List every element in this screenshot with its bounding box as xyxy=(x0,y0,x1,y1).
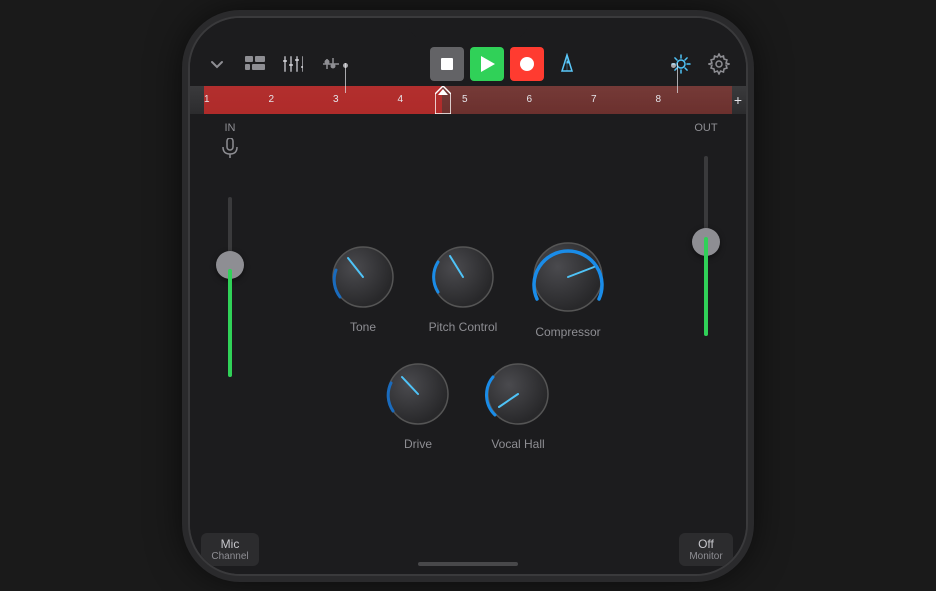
ruler-mark-8: 8 xyxy=(656,94,662,105)
effects-area: Tone xyxy=(270,114,666,574)
metronome-button[interactable] xyxy=(552,49,582,79)
monitor-button[interactable]: Off Monitor xyxy=(679,533,732,566)
in-label: IN xyxy=(225,122,236,134)
left-panel: IN Mic Channel xyxy=(190,114,270,574)
ruler-mark-1: 1 xyxy=(204,94,210,105)
pitch-control-knob-container: Pitch Control xyxy=(428,242,498,334)
right-fader-fill xyxy=(704,237,708,336)
out-label: OUT xyxy=(694,122,717,134)
left-callout-dot xyxy=(343,63,348,68)
mic-icon xyxy=(221,138,239,163)
vocal-hall-knob-container: Vocal Hall xyxy=(483,359,553,451)
mic-channel-button[interactable]: Mic Channel xyxy=(201,533,258,566)
right-callout-line xyxy=(677,63,678,93)
right-panel: OUT Off Monitor xyxy=(666,114,746,574)
record-button[interactable] xyxy=(510,47,544,81)
vocal-hall-knob[interactable] xyxy=(483,359,553,429)
ruler-mark-6: 6 xyxy=(527,94,533,105)
drive-label: Drive xyxy=(404,437,432,451)
pitch-control-label: Pitch Control xyxy=(429,320,498,334)
left-fader-track[interactable] xyxy=(228,197,232,377)
home-indicator xyxy=(418,562,518,566)
settings-button[interactable] xyxy=(704,49,734,79)
ruler-mark-3: 3 xyxy=(333,94,339,105)
screen: 1 2 3 4 5 6 7 8 + IN xyxy=(190,18,746,574)
compressor-knob-container: Compressor xyxy=(528,237,608,339)
vocal-hall-knob-svg xyxy=(483,359,553,429)
left-fader-fill xyxy=(228,269,232,377)
monitor-label: Monitor xyxy=(689,551,722,562)
timeline-ruler[interactable]: 1 2 3 4 5 6 7 8 + xyxy=(190,86,746,114)
phone-frame: 1 2 3 4 5 6 7 8 + IN xyxy=(188,16,748,576)
record-icon xyxy=(520,57,534,71)
notch xyxy=(408,18,528,40)
equalizer-button[interactable] xyxy=(316,49,346,79)
pitch-control-knob[interactable] xyxy=(428,242,498,312)
knobs-row-1: Tone xyxy=(328,237,608,339)
main-content: IN Mic Channel xyxy=(190,114,746,574)
ruler-marks: 1 2 3 4 5 6 7 8 xyxy=(204,86,720,114)
ruler-mark-4: 4 xyxy=(398,94,404,105)
play-button[interactable] xyxy=(470,47,504,81)
compressor-knob-svg xyxy=(528,237,608,317)
tone-label: Tone xyxy=(350,320,376,334)
tone-knob-container: Tone xyxy=(328,242,398,334)
playhead[interactable] xyxy=(435,86,451,114)
mic-label: Mic xyxy=(221,537,240,551)
ruler-mark-7: 7 xyxy=(591,94,597,105)
add-track-button[interactable]: + xyxy=(734,92,742,108)
track-view-button[interactable] xyxy=(240,49,270,79)
stop-icon xyxy=(441,58,453,70)
pitch-control-knob-svg xyxy=(428,242,498,312)
vocal-hall-label: Vocal Hall xyxy=(491,437,544,451)
tone-knob[interactable] xyxy=(328,242,398,312)
compressor-knob[interactable] xyxy=(528,237,608,317)
tone-knob-svg xyxy=(328,242,398,312)
mixer-button[interactable] xyxy=(278,49,308,79)
knobs-row-2: Drive xyxy=(383,359,553,451)
drive-knob-svg xyxy=(383,359,453,429)
play-icon xyxy=(481,56,495,72)
transport-controls xyxy=(430,47,544,81)
right-callout-dot xyxy=(671,63,676,68)
dropdown-button[interactable] xyxy=(202,49,232,79)
compressor-label: Compressor xyxy=(535,325,600,339)
ruler-mark-5: 5 xyxy=(462,94,468,105)
drive-knob-container: Drive xyxy=(383,359,453,451)
ruler-mark-2: 2 xyxy=(269,94,275,105)
off-label: Off xyxy=(698,537,714,551)
right-fader-track[interactable] xyxy=(704,156,708,336)
drive-knob[interactable] xyxy=(383,359,453,429)
stop-button[interactable] xyxy=(430,47,464,81)
channel-label: Channel xyxy=(211,551,248,562)
